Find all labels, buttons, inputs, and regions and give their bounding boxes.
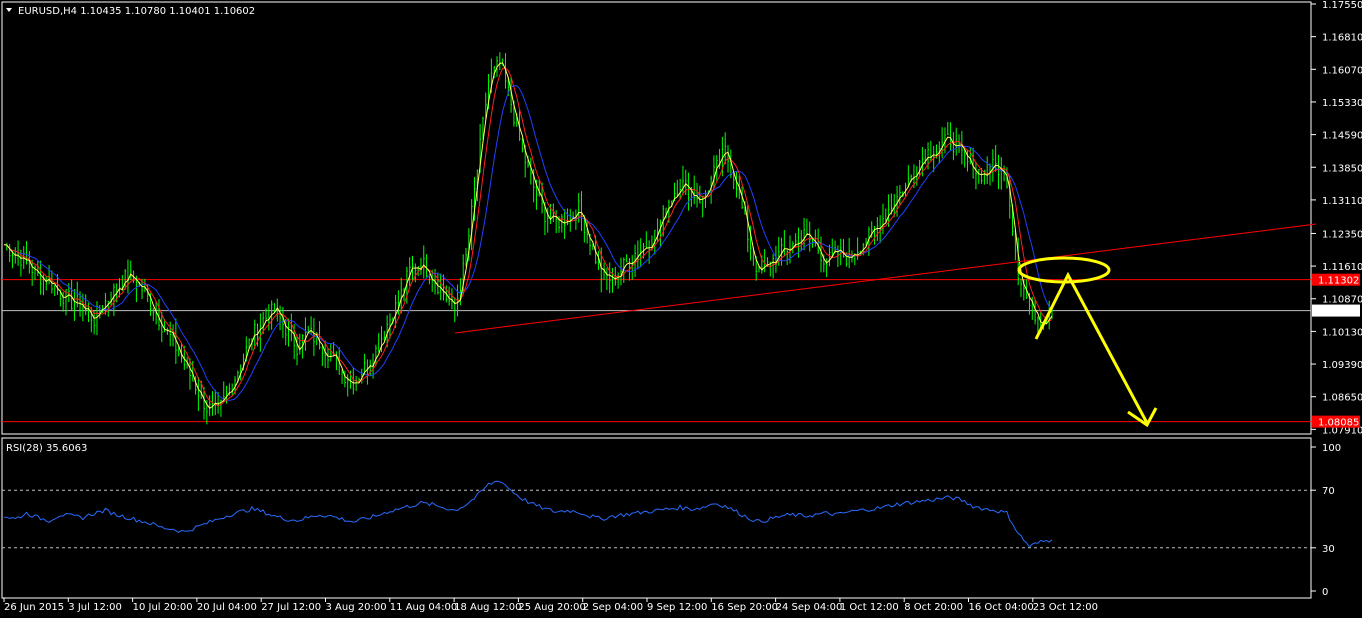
- time-tick-label: 16 Sep 20:00: [711, 602, 778, 613]
- price-tick-label: 1.13850: [1322, 163, 1362, 174]
- price-panel-frame: [1, 1, 1312, 435]
- price-tick-label: 1.15330: [1322, 98, 1362, 109]
- price-tick-label: 1.17550: [1322, 0, 1362, 11]
- time-tick-label: 16 Oct 04:00: [969, 602, 1034, 613]
- rsi-tick-label: 70: [1322, 486, 1335, 497]
- price-tick-label: 1.13110: [1322, 196, 1362, 207]
- time-tick-label: 9 Sep 12:00: [647, 602, 707, 613]
- time-tick-label: 27 Jul 12:00: [261, 602, 321, 613]
- time-tick-label: 8 Oct 20:00: [904, 602, 963, 613]
- price-tick-label: 1.16070: [1322, 65, 1362, 76]
- rsi-tick-label: 100: [1322, 443, 1341, 454]
- price-tick-label: 1.10870: [1322, 295, 1362, 306]
- rsi-header: RSI(28) 35.6063: [6, 443, 87, 454]
- current-price-label: 1.10602: [1318, 307, 1359, 318]
- price-plot[interactable]: [2, 52, 1317, 428]
- rsi-tick-label: 30: [1322, 544, 1335, 555]
- symbol-header: EURUSD,H4 1.10435 1.10780 1.10401 1.1060…: [18, 6, 255, 17]
- trading-chart-window[interactable]: 1.17550 1.16810 1.16070 1.15330 1.14590 1.138…: [0, 0, 1362, 614]
- rsi-line: [4, 480, 1053, 548]
- rsi-tick-label: 0: [1322, 587, 1328, 598]
- time-tick-label: 3 Aug 20:00: [326, 602, 387, 613]
- price-tick-label: 1.08650: [1322, 393, 1362, 404]
- dropdown-triangle-icon[interactable]: [6, 8, 12, 12]
- time-tick-label: 23 Oct 12:00: [1033, 602, 1098, 613]
- time-tick-label: 10 Jul 20:00: [133, 602, 193, 613]
- time-tick-label: 24 Sep 04:00: [776, 602, 843, 613]
- time-tick-label: 26 Jun 2015: [4, 602, 64, 613]
- price-tick-label: 1.14590: [1322, 131, 1362, 142]
- time-tick-label: 1 Oct 12:00: [840, 602, 899, 613]
- price-tick-label: 1.16810: [1322, 33, 1362, 44]
- price-tick-label: 1.12350: [1322, 229, 1362, 240]
- ma-mid-line: [3, 67, 1053, 407]
- level-price-label: 1.08085: [1318, 418, 1359, 429]
- price-axis[interactable]: 1.17550 1.16810 1.16070 1.15330 1.14590 1.138…: [1311, 0, 1362, 598]
- time-tick-label: 25 Aug 20:00: [518, 602, 585, 613]
- price-tick-label: 1.09390: [1322, 360, 1362, 371]
- time-tick-label: 2 Sep 04:00: [583, 602, 643, 613]
- rsi-plot[interactable]: [2, 480, 1311, 549]
- time-tick-label: 11 Aug 04:00: [390, 602, 457, 613]
- price-tick-label: 1.11610: [1322, 262, 1362, 273]
- time-axis[interactable]: 26 Jun 2015 3 Jul 12:00 10 Jul 20:00 20 Jul…: [3, 598, 1098, 613]
- price-tick-label: 1.10130: [1322, 327, 1362, 338]
- annotation-arrow-path[interactable]: [1034, 271, 1149, 424]
- ma-fast-line: [3, 62, 1053, 409]
- time-tick-label: 18 Aug 12:00: [454, 602, 521, 613]
- level-price-label: 1.11302: [1318, 276, 1359, 287]
- annotation-ellipse[interactable]: [1017, 256, 1111, 284]
- ma-slow-line: [3, 85, 1053, 401]
- time-tick-label: 20 Jul 04:00: [197, 602, 257, 613]
- chart-canvas[interactable]: 1.17550 1.16810 1.16070 1.15330 1.14590 1.138…: [0, 0, 1362, 614]
- rsi-panel-frame: [1, 437, 1312, 599]
- time-tick-label: 3 Jul 12:00: [68, 602, 122, 613]
